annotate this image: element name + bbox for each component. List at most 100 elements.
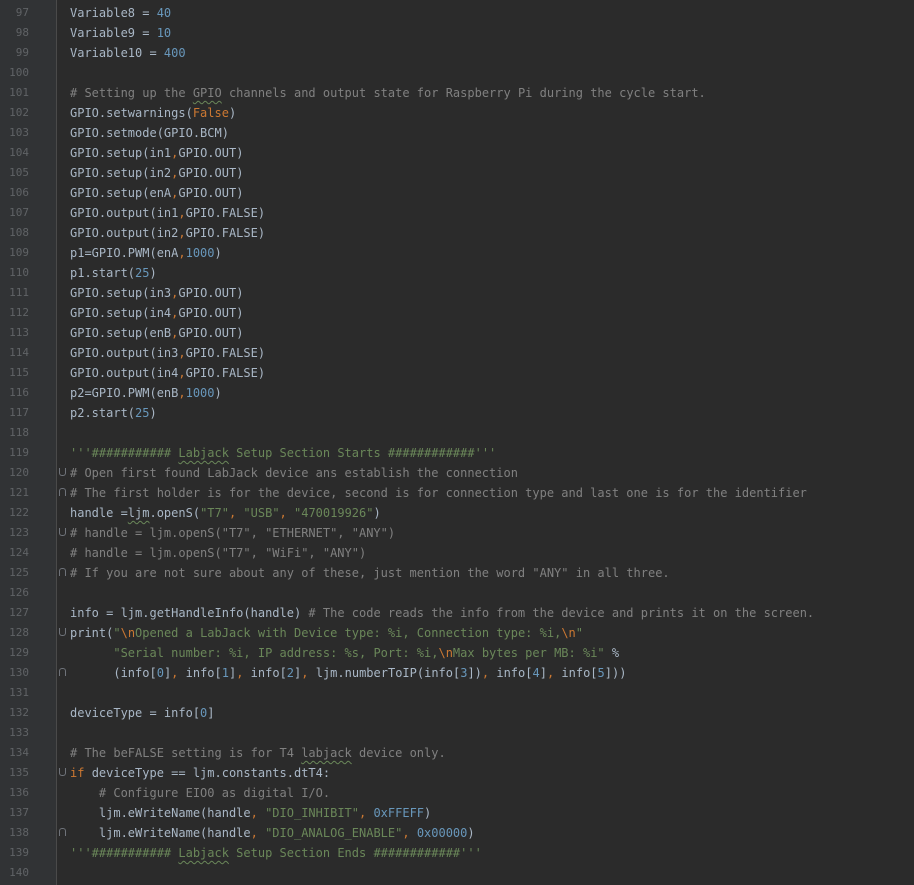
line-number: 125 (9, 566, 29, 579)
line-number: 107 (9, 206, 29, 219)
code-line[interactable]: 139 '''########### Labjack Setup Section … (0, 843, 914, 863)
code-token: Labjack (178, 446, 229, 460)
code-token: 0 (156, 666, 164, 680)
code-token: GPIO.setup(in3 (70, 286, 172, 300)
code-line[interactable]: 121 # The first holder is for the device,… (0, 483, 914, 503)
code-token: , (171, 666, 186, 680)
fold-start-icon[interactable] (59, 768, 66, 776)
line-number: 117 (9, 406, 29, 419)
line-number: 129 (9, 646, 29, 659)
code-line[interactable]: 124 # handle = ljm.openS("T7", "WiFi", "A… (0, 543, 914, 563)
code-line[interactable]: 105 GPIO.setup(in2,GPIO.OUT) (0, 163, 914, 183)
code-token: "USB" (243, 506, 280, 520)
code-token: Variable10 = (70, 46, 164, 60)
code-line[interactable]: 122 handle =ljm.openS("T7", "USB", "47001… (0, 503, 914, 523)
code-line[interactable]: 111 GPIO.setup(in3,GPIO.OUT) (0, 283, 914, 303)
line-number: 102 (9, 106, 29, 119)
fold-start-icon[interactable] (59, 628, 66, 636)
code-line[interactable]: 103 GPIO.setmode(GPIO.BCM) (0, 123, 914, 143)
fold-end-icon[interactable] (59, 668, 66, 676)
line-number: 126 (9, 586, 29, 599)
code-token: Variable8 = (70, 6, 157, 20)
code-line[interactable]: 101 # Setting up the GPIO channels and ou… (0, 83, 914, 103)
code-line[interactable]: 138 ljm.eWriteName(handle, "DIO_ANALOG_E… (0, 823, 914, 843)
code-line[interactable]: 129 "Serial number: %i, IP address: %s, … (0, 643, 914, 663)
line-number: 130 (9, 666, 29, 679)
code-line[interactable]: 116 p2=GPIO.PWM(enB,1000) (0, 383, 914, 403)
code-line[interactable]: 108 GPIO.output(in2,GPIO.FALSE) (0, 223, 914, 243)
code-token: p1=GPIO.PWM(enA (70, 246, 179, 260)
code-token: p1.start( (70, 266, 136, 280)
code-text: # handle = ljm.openS("T7", "WiFi", "ANY"… (70, 543, 366, 563)
code-token: "T7" (200, 506, 229, 520)
code-line[interactable]: 125 # If you are not sure about any of th… (0, 563, 914, 583)
code-text: GPIO.setup(in1,GPIO.OUT) (70, 143, 243, 163)
code-token: , (178, 226, 186, 240)
code-line[interactable]: 130 (info[0], info[1], info[2], ljm.numb… (0, 663, 914, 683)
code-line[interactable]: 118 (0, 423, 914, 443)
code-token: ) (424, 806, 432, 820)
code-line[interactable]: 115 GPIO.output(in4,GPIO.FALSE) (0, 363, 914, 383)
code-token: GPIO.OUT) (178, 186, 244, 200)
code-line[interactable]: 107 GPIO.output(in1,GPIO.FALSE) (0, 203, 914, 223)
code-line[interactable]: 120 # Open first found LabJack device ans… (0, 463, 914, 483)
code-line[interactable]: 98 Variable9 = 10 (0, 23, 914, 43)
code-line[interactable]: 126 (0, 583, 914, 603)
code-token: 1 (221, 666, 229, 680)
code-token: GPIO.setup(in1 (70, 146, 172, 160)
code-line[interactable]: 106 GPIO.setup(enA,GPIO.OUT) (0, 183, 914, 203)
fold-start-icon[interactable] (59, 468, 66, 476)
code-line[interactable]: 132 deviceType = info[0] (0, 703, 914, 723)
code-line[interactable]: 113 GPIO.setup(enB,GPIO.OUT) (0, 323, 914, 343)
line-number: 121 (9, 486, 29, 499)
code-line[interactable]: 114 GPIO.output(in3,GPIO.FALSE) (0, 343, 914, 363)
code-line[interactable]: 140 (0, 863, 914, 883)
code-token: 25 (135, 266, 150, 280)
code-line[interactable]: 104 GPIO.setup(in1,GPIO.OUT) (0, 143, 914, 163)
line-number: 135 (9, 766, 29, 779)
code-token: # The first holder is for the device, se… (70, 486, 807, 500)
code-line[interactable]: 131 (0, 683, 914, 703)
code-text: Variable10 = 400 (70, 43, 186, 63)
code-line[interactable]: 100 (0, 63, 914, 83)
code-line[interactable]: 123 # handle = ljm.openS("T7", "ETHERNET"… (0, 523, 914, 543)
code-token: , (178, 386, 186, 400)
code-line[interactable]: 99 Variable10 = 400 (0, 43, 914, 63)
code-line[interactable]: 102 GPIO.setwarnings(False) (0, 103, 914, 123)
code-token: 1000 (185, 246, 215, 260)
fold-end-icon[interactable] (59, 568, 66, 576)
fold-end-icon[interactable] (59, 828, 66, 836)
code-text: p2.start(25) (70, 403, 157, 423)
code-text: GPIO.setmode(GPIO.BCM) (70, 123, 229, 143)
code-editor[interactable]: 97 Variable8 = 40 98 Variable9 = 10 99 Variab… (0, 0, 914, 885)
code-token: '''########### (70, 846, 179, 860)
fold-end-icon[interactable] (59, 488, 66, 496)
code-line[interactable]: 135 if deviceType == ljm.constants.dtT4: (0, 763, 914, 783)
code-line[interactable]: 133 (0, 723, 914, 743)
fold-start-icon[interactable] (59, 528, 66, 536)
code-line[interactable]: 112 GPIO.setup(in4,GPIO.OUT) (0, 303, 914, 323)
line-number: 127 (9, 606, 29, 619)
code-line[interactable]: 127 info = ljm.getHandleInfo(handle) # Th… (0, 603, 914, 623)
code-line[interactable]: 134 # The beFALSE setting is for T4 labja… (0, 743, 914, 763)
code-line[interactable]: 109 p1=GPIO.PWM(enA,1000) (0, 243, 914, 263)
code-line[interactable]: 136 # Configure EIO0 as digital I/O. (0, 783, 914, 803)
code-token: 0x00000 (416, 826, 468, 840)
code-token: 25 (135, 406, 150, 420)
line-number: 97 (15, 6, 29, 19)
code-token: deviceType == ljm.constants.dtT4: (91, 766, 331, 780)
line-number: 113 (9, 326, 29, 339)
code-line[interactable]: 110 p1.start(25) (0, 263, 914, 283)
code-line[interactable]: 117 p2.start(25) (0, 403, 914, 423)
code-line[interactable]: 128 print("\nOpened a LabJack with Device… (0, 623, 914, 643)
code-token: Setup Section Starts ############''' (228, 446, 497, 460)
code-line[interactable]: 119 '''########### Labjack Setup Section … (0, 443, 914, 463)
code-line[interactable]: 97 Variable8 = 40 (0, 3, 914, 23)
code-token: \n (561, 626, 576, 640)
code-token: .openS( (149, 506, 201, 520)
code-token: , (481, 666, 497, 680)
code-token: # handle = ljm.openS("T7", "WiFi", "ANY"… (70, 546, 367, 560)
code-token: ljm.eWriteName(handle (70, 806, 251, 820)
code-token: , (301, 666, 316, 680)
code-line[interactable]: 137 ljm.eWriteName(handle, "DIO_INHIBIT"… (0, 803, 914, 823)
